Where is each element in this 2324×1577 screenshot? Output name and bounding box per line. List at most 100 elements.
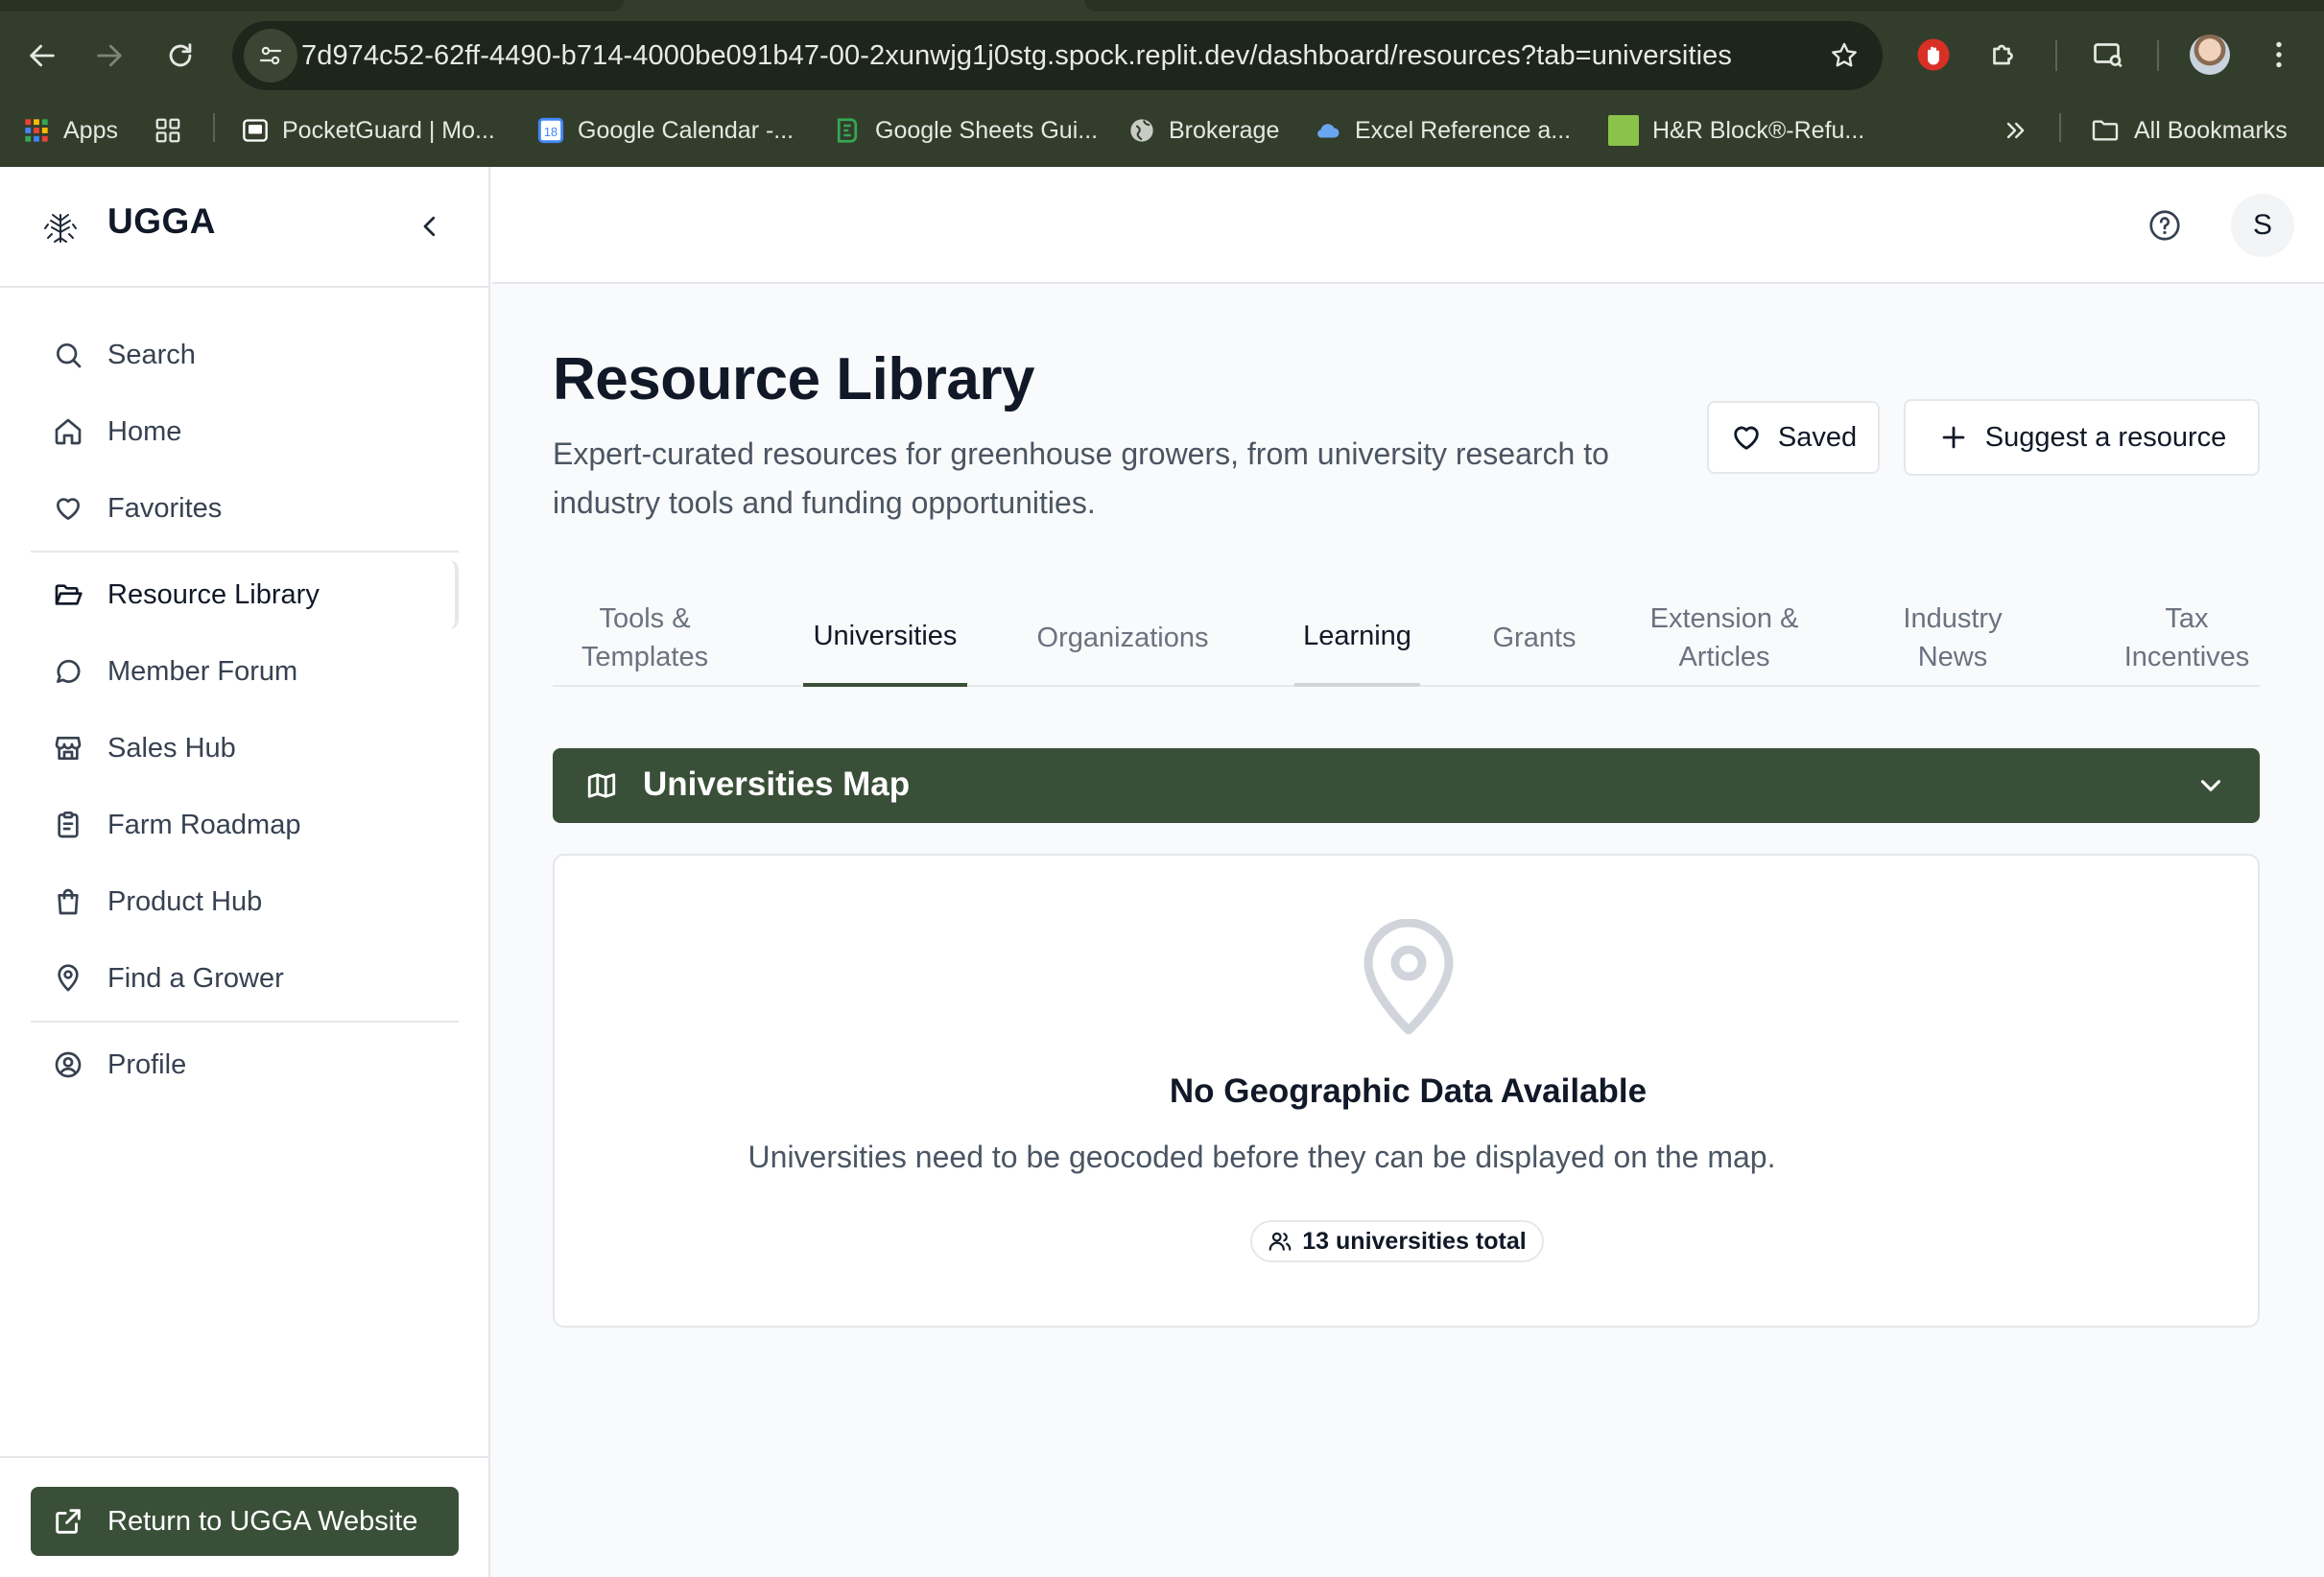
chat-bubble-icon [52, 655, 84, 688]
sidebar-header: UGGA [0, 167, 490, 288]
tab-tools-templates[interactable]: Tools & Templates [568, 589, 722, 687]
bookmark-google-sheets[interactable]: Google Sheets Gui... [833, 104, 1098, 157]
toolbar-divider [2157, 40, 2159, 71]
bookmark-star-icon[interactable] [1825, 36, 1863, 75]
sidebar-footer: Return to UGGA Website [0, 1456, 490, 1577]
reading-mode-icon[interactable] [2082, 29, 2134, 81]
adblock-extension-icon[interactable] [1908, 29, 1959, 81]
bookmark-apps[interactable]: Apps [23, 104, 118, 157]
help-button[interactable] [2143, 203, 2187, 247]
browser-profile-avatar[interactable] [2190, 35, 2230, 75]
bookmark-label: H&R Block®-Refu... [1652, 116, 1865, 144]
extensions-puzzle-icon[interactable] [1979, 29, 2030, 81]
collapse-sidebar-button[interactable] [411, 207, 449, 246]
user-circle-icon [52, 1048, 84, 1081]
cloud-icon [1317, 124, 1340, 138]
bookmark-google-calendar[interactable]: 18 Google Calendar -... [537, 104, 794, 157]
tab-groups-button[interactable] [154, 104, 182, 157]
saved-button[interactable]: Saved [1707, 401, 1880, 474]
map-pin-icon [52, 962, 84, 995]
sidebar-item-label: Sales Hub [107, 732, 236, 764]
arrow-left-icon [30, 44, 55, 67]
return-button-label: Return to UGGA Website [107, 1506, 418, 1537]
bookmark-label: Apps [63, 116, 118, 144]
google-calendar-icon: 18 [537, 117, 564, 144]
tab-tax-incentives[interactable]: Tax Incentives [2110, 589, 2264, 687]
tab-learning[interactable]: Learning [1294, 589, 1420, 687]
sheets-guide-icon [837, 118, 858, 143]
app-topbar: S [492, 167, 2324, 284]
sidebar-item-find-a-grower[interactable]: Find a Grower [31, 944, 459, 1013]
suggest-button-label: Suggest a resource [1984, 421, 2227, 453]
double-chevron-right-icon [2006, 122, 2025, 139]
brand-name[interactable]: UGGA [107, 201, 216, 242]
map-section-title: Universities Map [643, 765, 911, 803]
bookmarks-bar: Apps PocketGuard | Mo... 18 Google Calen… [0, 104, 2324, 157]
browser-menu-icon[interactable] [2253, 29, 2305, 81]
sidebar-item-label: Search [107, 339, 196, 370]
bookmarks-divider [213, 113, 215, 142]
sidebar-item-favorites[interactable]: Favorites [31, 474, 459, 543]
suggest-resource-button[interactable]: Suggest a resource [1904, 399, 2260, 476]
tab-industry-news[interactable]: Industry News [1881, 589, 2025, 687]
tab-universities[interactable]: Universities [803, 589, 967, 687]
address-bar[interactable]: 7d974c52-62ff-4490-b714-4000be091b47-00-… [232, 21, 1883, 90]
sidebar-divider [31, 551, 459, 553]
sidebar-item-home[interactable]: Home [31, 397, 459, 466]
sidebar-item-member-forum[interactable]: Member Forum [31, 637, 459, 706]
bookmark-brokerage[interactable]: Brokerage [1128, 104, 1279, 157]
pocketguard-icon [243, 119, 268, 142]
universities-map-toggle[interactable]: Universities Map [553, 748, 2260, 823]
bookmark-pocketguard[interactable]: PocketGuard | Mo... [242, 104, 495, 157]
chevron-left-icon [423, 216, 436, 237]
browser-tab[interactable] [0, 0, 624, 12]
reload-button[interactable] [152, 27, 209, 84]
bookmark-hr-block[interactable]: H&R Block®-Refu... [1608, 104, 1864, 157]
heart-icon [52, 492, 84, 525]
sidebar-item-label: Favorites [107, 492, 223, 524]
help-circle-icon [2149, 210, 2180, 241]
arrow-right-icon [97, 44, 122, 67]
sidebar-divider [31, 1021, 459, 1023]
empty-state-description: Universities need to be geocoded before … [747, 1140, 1776, 1174]
tab-grants[interactable]: Grants [1477, 589, 1592, 687]
forward-button[interactable] [81, 27, 138, 84]
users-icon [1269, 1232, 1292, 1251]
hr-block-icon [1608, 115, 1639, 146]
sidebar-item-farm-roadmap[interactable]: Farm Roadmap [31, 790, 459, 859]
main-content: Resource Library Expert-curated resource… [492, 284, 2324, 1577]
shopping-bag-icon [52, 885, 84, 918]
tab-extension-articles[interactable]: Extension & Articles [1633, 589, 1815, 687]
url-text[interactable]: 7d974c52-62ff-4490-b714-4000be091b47-00-… [301, 21, 1732, 90]
browser-chrome: 7d974c52-62ff-4490-b714-4000be091b47-00-… [0, 0, 2324, 167]
clipboard-icon [52, 809, 84, 841]
badge-label: 13 universities total [1302, 1227, 1527, 1255]
sidebar-item-resource-library[interactable]: Resource Library [31, 560, 459, 629]
store-icon [52, 732, 84, 765]
saved-button-label: Saved [1777, 421, 1858, 453]
globe-icon [1130, 119, 1153, 142]
bookmark-label: Excel Reference a... [1355, 116, 1572, 144]
svg-text:18: 18 [544, 125, 557, 139]
user-avatar[interactable]: S [2231, 194, 2294, 257]
external-link-icon [56, 1509, 81, 1534]
bookmark-excel-reference[interactable]: Excel Reference a... [1313, 104, 1571, 157]
return-to-website-button[interactable]: Return to UGGA Website [31, 1487, 459, 1556]
sidebar-item-label: Profile [107, 1048, 187, 1080]
tab-organizations[interactable]: Organizations [1025, 589, 1221, 687]
all-bookmarks-button[interactable]: All Bookmarks [2090, 104, 2288, 157]
sidebar-item-search[interactable]: Search [31, 320, 459, 389]
browser-tab[interactable] [1084, 0, 2324, 12]
ugga-logo-icon [44, 214, 77, 243]
apps-grid-icon [25, 119, 48, 142]
bookmarks-overflow-button[interactable] [2002, 104, 2028, 157]
page-title: Resource Library [553, 346, 1035, 412]
universities-count-badge: 13 universities total [1250, 1220, 1544, 1262]
sidebar-item-sales-hub[interactable]: Sales Hub [31, 714, 459, 783]
grid-icon [155, 118, 180, 143]
back-button[interactable] [13, 27, 71, 84]
sidebar-item-profile[interactable]: Profile [31, 1030, 459, 1099]
sidebar-item-product-hub[interactable]: Product Hub [31, 867, 459, 936]
sidebar-item-label: Find a Grower [107, 962, 284, 994]
site-info-icon[interactable] [244, 29, 297, 82]
